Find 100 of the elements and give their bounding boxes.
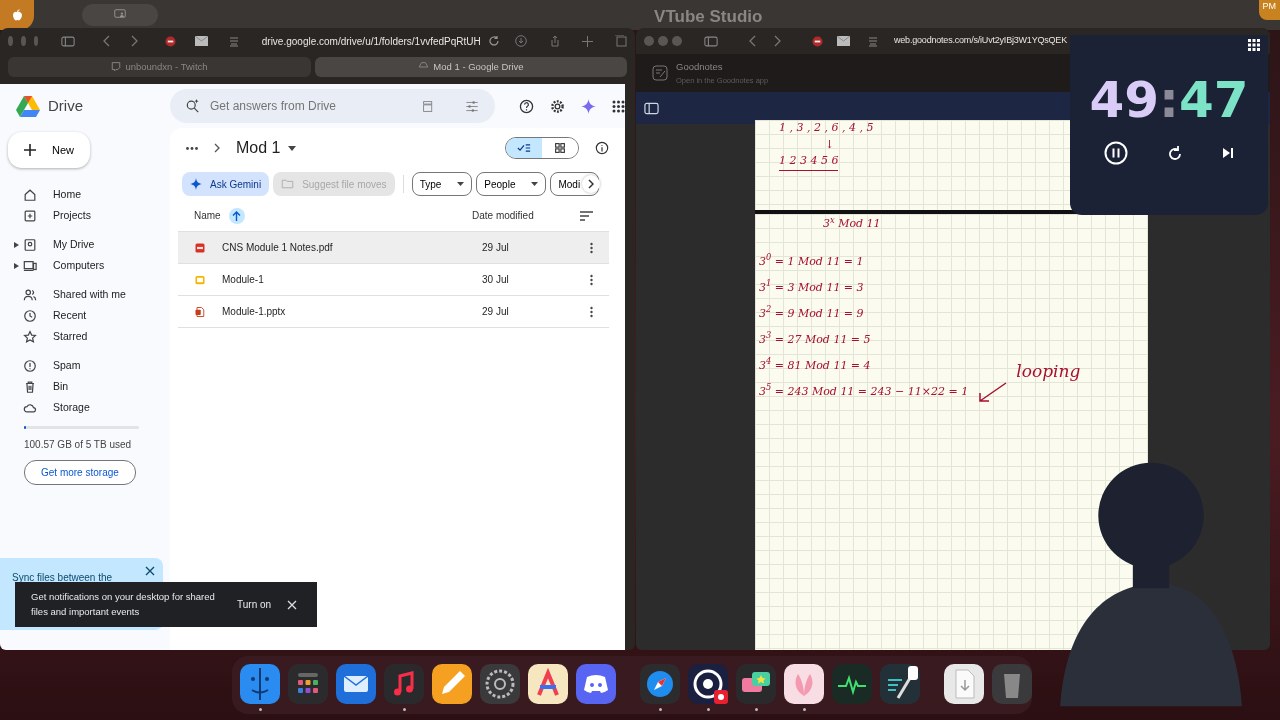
file-name: Module-1.pptx — [222, 305, 287, 319]
presentation-file-icon — [194, 273, 206, 286]
home-icon — [23, 187, 37, 202]
sort-up-arrow-icon — [232, 210, 242, 221]
gemini-chip[interactable]: Ask Gemini — [182, 172, 270, 196]
dock-app[interactable] — [944, 664, 984, 704]
dock-app[interactable] — [736, 664, 776, 704]
sidebar-item[interactable]: My Drive — [53, 236, 95, 253]
handwritten-line: 3$^{1}$ = 3 Mod 11 = 3 — [759, 277, 864, 296]
expand-arrow-icon[interactable] — [14, 262, 19, 269]
app-name: Goodnotes — [676, 60, 724, 75]
dock-app[interactable] — [640, 664, 680, 704]
drive-logo-icon — [16, 95, 40, 117]
browser-tab[interactable]: Mod 1 - Google Drive — [314, 57, 627, 77]
dock-app[interactable] — [432, 664, 472, 704]
dock-app[interactable] — [784, 664, 824, 704]
tabs-overview-icon — [615, 35, 628, 47]
dock-app[interactable] — [688, 664, 728, 704]
handwritten-line: 1 2 3 4 5 6 — [779, 153, 839, 171]
address-bar[interactable]: drive.google.com/drive/u/1/folders/1vvfedPqRtUH — [261, 33, 481, 49]
clock-text: PM — [1258, 0, 1280, 20]
close-icon — [287, 599, 298, 610]
folder-plus-icon — [281, 178, 295, 190]
more-options-icon — [590, 305, 593, 318]
handwritten-title: 3$^{x}$ Mod 11 — [822, 214, 881, 232]
dock-app[interactable] — [480, 664, 520, 704]
address-bar[interactable]: web.goodnotes.com/s/iUvt2yIBj3W1YQsQEK — [894, 34, 1067, 48]
timer-minutes: 49 — [1089, 75, 1159, 125]
date-modified: 30 Jul — [482, 273, 510, 287]
column-header[interactable]: Date modified — [472, 208, 580, 223]
checked-list-icon — [517, 141, 531, 155]
pause-button[interactable] — [1104, 141, 1128, 165]
scroll-right-button[interactable] — [582, 175, 601, 193]
filter-dropdown[interactable]: Type — [411, 172, 473, 196]
search-bar[interactable]: Get answers from Drive — [170, 89, 495, 123]
skip-icon — [1222, 147, 1234, 159]
notes-app-icon — [652, 65, 668, 81]
file-name: CNS Module 1 Notes.pdf — [222, 241, 334, 255]
new-button[interactable]: New — [8, 132, 90, 168]
search-field[interactable]: Get answers from Drive — [208, 96, 414, 116]
storage-text: 100.57 GB of 5 TB used — [24, 438, 133, 452]
handwritten-line: 3$^{0}$ = 1 Mod 11 = 1 — [759, 251, 864, 270]
sidebar-item[interactable]: Home — [53, 186, 81, 203]
settings-icon — [550, 98, 565, 114]
sidebar-icon — [644, 101, 659, 115]
file-row[interactable]: CNS Module 1 Notes.pdf 29 Jul — [178, 231, 609, 263]
dock-app[interactable] — [576, 664, 616, 704]
handwritten-arrow-icon — [976, 380, 1009, 405]
dock-app[interactable] — [528, 664, 568, 704]
folder-title-dropdown[interactable]: Mod 1 — [236, 136, 297, 160]
share-icon — [549, 35, 560, 47]
sidebar-item[interactable]: Spam — [53, 357, 81, 374]
computer-icon — [23, 258, 37, 273]
people-icon — [23, 287, 37, 302]
turn-on-button[interactable]: Turn on — [237, 597, 272, 612]
caret-icon — [288, 145, 297, 151]
timer-separator: : — [1159, 75, 1179, 125]
file-row[interactable]: Module-1.pptx 29 Jul — [178, 295, 609, 327]
warning-circle-icon — [23, 358, 37, 373]
sidebar-icon — [61, 35, 76, 47]
sidebar-item[interactable]: Recent — [53, 307, 87, 324]
presentation-document-icon — [194, 305, 206, 318]
file-name: Module-1 — [222, 273, 265, 287]
info-icon — [595, 141, 609, 155]
sidebar-item[interactable]: Computers — [53, 257, 105, 274]
restart-button[interactable] — [1168, 146, 1182, 160]
handwritten-line: 3$^{3}$ = 27 Mod 11 = 5 — [759, 329, 871, 348]
dock-app[interactable] — [880, 664, 920, 704]
skip-button[interactable] — [1222, 147, 1234, 159]
chevron-right-icon — [588, 179, 595, 189]
chat-bubble-icon — [111, 62, 122, 72]
handwritten-line: 3$^{5}$ = 243 Mod 11 = 243 − 11×22 = 1 — [759, 381, 969, 400]
sidebar-item[interactable]: Storage — [53, 399, 90, 416]
search-sparkle-icon — [186, 99, 200, 113]
dock-app[interactable] — [288, 664, 328, 704]
sidebar-item[interactable]: Starred — [53, 328, 88, 345]
list-view-toggle[interactable] — [506, 138, 542, 158]
filter-dropdown[interactable]: People — [476, 172, 547, 196]
app-title: VTube Studio — [654, 6, 763, 28]
download-icon — [514, 35, 527, 47]
close-icon — [145, 566, 155, 576]
window-person-icon — [112, 9, 128, 21]
help-icon — [519, 98, 534, 114]
plus-icon — [24, 144, 36, 156]
file-row[interactable]: Module-1 30 Jul — [178, 263, 609, 295]
dock-app[interactable] — [832, 664, 872, 704]
column-header[interactable]: Name — [194, 208, 221, 223]
sidebar-item[interactable]: Projects — [53, 207, 91, 224]
sidebar-item[interactable]: Shared with me — [53, 286, 126, 303]
app-name: Drive — [48, 95, 83, 116]
date-modified: 29 Jul — [482, 305, 510, 319]
caret-icon — [531, 182, 539, 186]
expand-arrow-icon[interactable] — [14, 241, 19, 248]
handwritten-line: 1 , 3 , 2 , 6 , 4 , 5 — [779, 120, 874, 136]
sidebar-item[interactable]: Bin — [53, 378, 69, 395]
dock-app[interactable] — [336, 664, 376, 704]
grid-view-icon — [553, 141, 567, 155]
drive-icon — [23, 237, 37, 252]
more-options-icon — [590, 241, 593, 254]
get-more-storage-button[interactable]: Get more storage — [24, 460, 136, 485]
